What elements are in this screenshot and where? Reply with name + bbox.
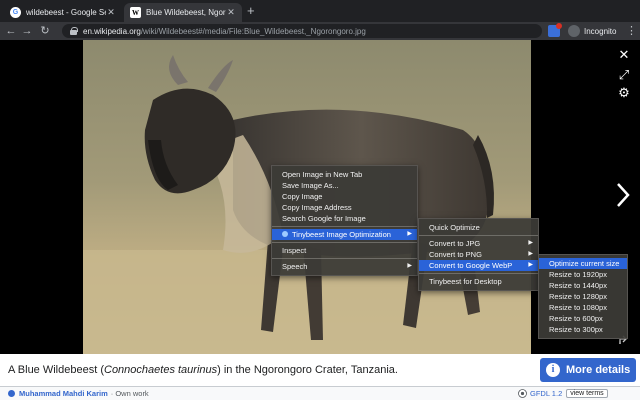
- submenu-arrow-icon: ▶: [407, 263, 412, 269]
- menu-item-open-image[interactable]: Open Image in New Tab: [272, 169, 417, 180]
- settings-gear-icon[interactable]: ⚙: [617, 86, 631, 100]
- menu-item-label: Speech: [282, 262, 308, 271]
- menu-item-convert-webp[interactable]: Convert to Google WebP ▶: [419, 260, 538, 271]
- menu-item-inspect[interactable]: Inspect: [272, 245, 417, 256]
- expand-icon[interactable]: ⤢: [617, 68, 631, 82]
- menu-item-tinybeest-desktop[interactable]: Tinybeest for Desktop: [419, 276, 538, 287]
- url-host: en.wikipedia.org: [83, 26, 141, 36]
- menu-item-copy-image[interactable]: Copy Image: [272, 191, 417, 202]
- menu-separator: [272, 226, 417, 227]
- caption-bar: A Blue Wildebeest (Connochaetes taurinus…: [0, 354, 640, 386]
- license-info: GFDL 1.2 view terms: [518, 389, 608, 398]
- credit-bar: Muhammad Mahdi Karim · Own work GFDL 1.2…: [0, 386, 640, 400]
- info-icon: i: [546, 363, 560, 377]
- google-favicon-icon: G: [10, 7, 21, 18]
- menu-separator: [272, 242, 417, 243]
- menu-item-tinybeest[interactable]: Tinybeest Image Optimization ▶: [272, 229, 417, 240]
- caption-prefix: A Blue Wildebeest (: [8, 364, 104, 376]
- url-text: en.wikipedia.org/wiki/Wildebeest#/media/…: [83, 27, 366, 36]
- menu-item-resize-1080[interactable]: Resize to 1080px: [539, 302, 627, 313]
- tinybeest-icon: [282, 231, 288, 237]
- submenu-arrow-icon: ▶: [407, 231, 412, 237]
- image-caption: A Blue Wildebeest (Connochaetes taurinus…: [8, 364, 398, 376]
- back-button[interactable]: ←: [4, 23, 18, 39]
- view-terms-button[interactable]: view terms: [566, 389, 608, 398]
- menu-item-resize-1920[interactable]: Resize to 1920px: [539, 269, 627, 280]
- user-icon: [8, 390, 15, 397]
- address-bar[interactable]: en.wikipedia.org/wiki/Wildebeest#/media/…: [62, 24, 542, 38]
- close-viewer-icon[interactable]: ✕: [617, 48, 631, 62]
- menu-item-save-image[interactable]: Save Image As...: [272, 180, 417, 191]
- menu-separator: [419, 235, 538, 236]
- menu-separator: [419, 273, 538, 274]
- tinybeest-submenu: Quick Optimize Convert to JPG ▶ Convert t…: [418, 218, 539, 291]
- more-details-button[interactable]: i More details: [540, 358, 636, 382]
- webp-resize-submenu: Optimize current size Resize to 1920px R…: [538, 254, 628, 339]
- close-tab-icon[interactable]: ✕: [106, 7, 116, 18]
- tab-wikipedia[interactable]: W Blue Wildebeest, Ngorongoro ✕: [124, 3, 242, 22]
- tab-google-search[interactable]: G wildebeest - Google Search ✕: [4, 3, 122, 22]
- browser-menu-icon[interactable]: ⋮: [626, 24, 637, 37]
- caption-suffix: ) in the Ngorongoro Crater, Tanzania.: [217, 364, 398, 376]
- license-link[interactable]: GFDL 1.2: [530, 389, 562, 398]
- menu-item-optimize-current[interactable]: Optimize current size: [539, 258, 627, 269]
- extension-icon[interactable]: [548, 23, 562, 37]
- menu-item-convert-png[interactable]: Convert to PNG ▶: [419, 249, 538, 260]
- incognito-icon[interactable]: [568, 25, 580, 37]
- author-link[interactable]: Muhammad Mahdi Karim: [19, 389, 108, 398]
- more-details-label: More details: [566, 364, 631, 376]
- tab-title: wildebeest - Google Search: [26, 8, 106, 17]
- menu-separator: [272, 258, 417, 259]
- menu-item-resize-300[interactable]: Resize to 300px: [539, 324, 627, 335]
- credit-source: · Own work: [110, 389, 149, 398]
- submenu-arrow-icon: ▶: [528, 251, 533, 257]
- image-credit: Muhammad Mahdi Karim · Own work: [8, 389, 149, 398]
- species-link[interactable]: Connochaetes taurinus: [104, 364, 217, 376]
- menu-item-label: Convert to PNG: [429, 250, 482, 259]
- image-context-menu: Open Image in New Tab Save Image As... C…: [271, 165, 418, 276]
- tab-strip: G wildebeest - Google Search ✕ W Blue Wi…: [0, 0, 640, 22]
- menu-item-copy-address[interactable]: Copy Image Address: [272, 202, 417, 213]
- menu-item-resize-600[interactable]: Resize to 600px: [539, 313, 627, 324]
- menu-item-label: Convert to Google WebP: [429, 261, 513, 270]
- browser-toolbar: ← → ↻ en.wikipedia.org/wiki/Wildebeest#/…: [0, 22, 640, 40]
- menu-item-label: Convert to JPG: [429, 239, 481, 248]
- menu-item-speech[interactable]: Speech ▶: [272, 261, 417, 272]
- lock-icon: [70, 27, 78, 35]
- new-tab-button[interactable]: +: [247, 4, 255, 18]
- submenu-arrow-icon: ▶: [528, 262, 533, 268]
- tab-title: Blue Wildebeest, Ngorongoro: [146, 8, 226, 17]
- url-path: /wiki/Wildebeest#/media/File:Blue_Wildeb…: [140, 26, 366, 36]
- menu-item-resize-1280[interactable]: Resize to 1280px: [539, 291, 627, 302]
- menu-item-resize-1440[interactable]: Resize to 1440px: [539, 280, 627, 291]
- menu-item-search-google[interactable]: Search Google for Image: [272, 213, 417, 224]
- submenu-arrow-icon: ▶: [528, 240, 533, 246]
- incognito-label: Incognito: [584, 27, 617, 36]
- menu-item-label: Tinybeest Image Optimization: [292, 230, 391, 239]
- forward-button[interactable]: →: [20, 23, 34, 39]
- wikipedia-favicon-icon: W: [130, 7, 141, 18]
- reload-button[interactable]: ↻: [38, 23, 52, 39]
- menu-item-quick-optimize[interactable]: Quick Optimize: [419, 222, 538, 233]
- next-image-arrow-icon[interactable]: [612, 180, 634, 210]
- close-tab-icon[interactable]: ✕: [226, 7, 236, 18]
- menu-item-convert-jpg[interactable]: Convert to JPG ▶: [419, 238, 538, 249]
- license-icon: [518, 389, 527, 398]
